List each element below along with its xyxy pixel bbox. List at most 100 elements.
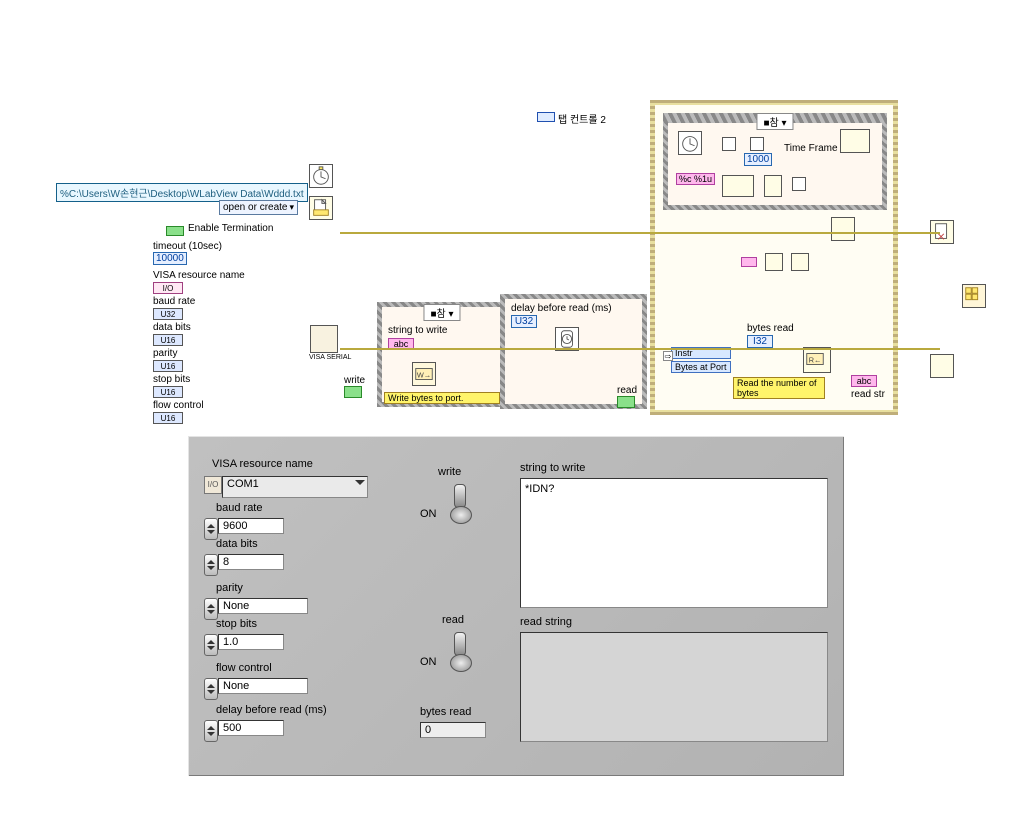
read-switch-label: read [617, 385, 637, 396]
chevron-down-icon [355, 480, 365, 490]
case-timing-selector[interactable]: ■참 ▾ [756, 113, 793, 130]
open-file-node [309, 196, 333, 220]
tab-control-label: 탭 컨트롤 2 [558, 111, 606, 126]
flow-control-input[interactable]: None [218, 678, 308, 694]
read-icon: R← [804, 348, 826, 370]
visa-resource-combo[interactable]: COM1 [222, 476, 368, 498]
svg-text:R←: R← [809, 356, 822, 365]
read-toggle[interactable] [450, 632, 470, 672]
read-string-bd-label: read str [851, 389, 885, 400]
flow-control-stepper[interactable] [204, 678, 218, 700]
block-diagram: 탭 컨트롤 2 %C:\Users\W손현근\Desktop\WLabView … [0, 100, 1014, 420]
read-toggle-label: read [442, 614, 464, 626]
flow-control-label: flow control [216, 662, 272, 674]
string-to-write-label: string to write [520, 462, 585, 474]
string-to-write-bd-label: string to write [388, 325, 447, 336]
boolean-true-constant [166, 226, 184, 236]
time-frame-label: Time Frame [784, 143, 838, 154]
ctl-label-parity: parity [153, 348, 177, 359]
case-timing: ■참 ▾ 1000 Time Frame %c %1u [663, 113, 887, 210]
tick-count-node-2 [678, 131, 702, 155]
bytes-read-indicator: 0 [420, 722, 486, 738]
delay-before-read-label: delay before read (ms) [511, 303, 612, 314]
parity-stepper[interactable] [204, 598, 218, 620]
case-write-selector[interactable]: ■참 ▾ [423, 304, 460, 321]
read-toggle-state: ON [420, 656, 437, 668]
visa-read-node: R← [803, 347, 831, 373]
front-panel: VISA resource name I/O COM1 baud rate 96… [188, 436, 844, 776]
watch-icon [556, 328, 578, 350]
select-node [792, 177, 806, 191]
bytes-read-bd-label: bytes read [747, 323, 794, 334]
ctl-label-flow: flow control [153, 400, 204, 411]
ctl-tag-parity: U16 [153, 360, 183, 372]
baud-rate-stepper[interactable] [204, 518, 218, 540]
string-to-number-node [791, 253, 809, 271]
svg-text:W→: W→ [417, 371, 431, 380]
property-bytes-at-port: Bytes at Port [671, 361, 731, 373]
visa-configure-serial-node [310, 325, 338, 353]
read-string-indicator [520, 632, 828, 742]
enable-termination-label: Enable Termination [188, 223, 273, 234]
read-boolean-terminal [617, 396, 635, 408]
read-string-terminal: abc [851, 375, 877, 387]
write-file-node [831, 217, 855, 241]
compare-node [750, 137, 764, 151]
ctl-tag-visa: I/O [153, 282, 183, 294]
time-constant: 1000 [744, 153, 772, 166]
get-datetime-node [722, 175, 754, 197]
io-icon: I/O [204, 476, 222, 494]
write-switch-label: write [344, 375, 365, 386]
build-array-node [962, 284, 986, 308]
data-bits-input[interactable]: 8 [218, 554, 284, 570]
write-toggle[interactable] [450, 484, 470, 524]
write-toggle-state: ON [420, 508, 437, 520]
file-open-mode-label: open or create [223, 202, 288, 213]
tick-count-node [309, 164, 333, 188]
property-direction-arrow: ⇨ [663, 351, 673, 361]
delay-input[interactable]: 500 [218, 720, 284, 736]
stop-bits-stepper[interactable] [204, 634, 218, 656]
case-write-tip: Write bytes to port. [384, 392, 500, 404]
bytes-read-tag: I32 [747, 335, 773, 348]
ctl-tag-baud: U32 [153, 308, 183, 320]
ctl-label-dbits: data bits [153, 322, 191, 333]
tab-control-node [537, 112, 555, 122]
sequence-delay: delay before read (ms) U32 read [500, 294, 647, 409]
waveform-chart-terminal [840, 129, 870, 153]
write-boolean-terminal [344, 386, 362, 398]
ctl-tag-dbits: U16 [153, 334, 183, 346]
visa-resource-value: COM1 [227, 478, 259, 490]
visa-resource-label: VISA resource name [212, 458, 313, 470]
delay-before-read-label-fp: delay before read (ms) [216, 704, 327, 716]
bytes-read-label-fp: bytes read [420, 706, 471, 718]
stop-bits-input[interactable]: 1.0 [218, 634, 284, 650]
string-to-write-input[interactable]: *IDN? [520, 478, 828, 608]
concat-strings-node [765, 253, 783, 271]
parity-input[interactable]: None [218, 598, 308, 614]
while-loop: ■참 ▾ 1000 Time Frame %c %1u Ins [650, 100, 898, 415]
delay-tag: U32 [511, 315, 537, 328]
document-icon [310, 197, 332, 219]
delay-stepper[interactable] [204, 720, 218, 742]
read-tip: Read the number of bytes [733, 377, 825, 399]
data-bits-stepper[interactable] [204, 554, 218, 576]
visa-close-node [930, 354, 954, 378]
ctl-label-visa: VISA resource name [153, 270, 245, 281]
ctl-tag-sbits: U16 [153, 386, 183, 398]
parity-label: parity [216, 582, 243, 594]
file-open-mode[interactable]: open or create▾ [219, 200, 298, 215]
stop-bits-label: stop bits [216, 618, 257, 630]
timeout-constant: 10000 [153, 252, 187, 265]
write-icon: W→ [413, 363, 435, 385]
ctl-label-baud: baud rate [153, 296, 195, 307]
data-bits-label: data bits [216, 538, 258, 550]
baud-rate-label: baud rate [216, 502, 262, 514]
ctl-label-sbits: stop bits [153, 374, 190, 385]
read-string-label: read string [520, 616, 572, 628]
baud-rate-input[interactable]: 9600 [218, 518, 284, 534]
visa-write-node: W→ [412, 362, 436, 386]
clock-icon [310, 165, 332, 187]
visa-serial-caption: VISA SERIAL [309, 354, 351, 361]
format-datetime-node [764, 175, 782, 197]
